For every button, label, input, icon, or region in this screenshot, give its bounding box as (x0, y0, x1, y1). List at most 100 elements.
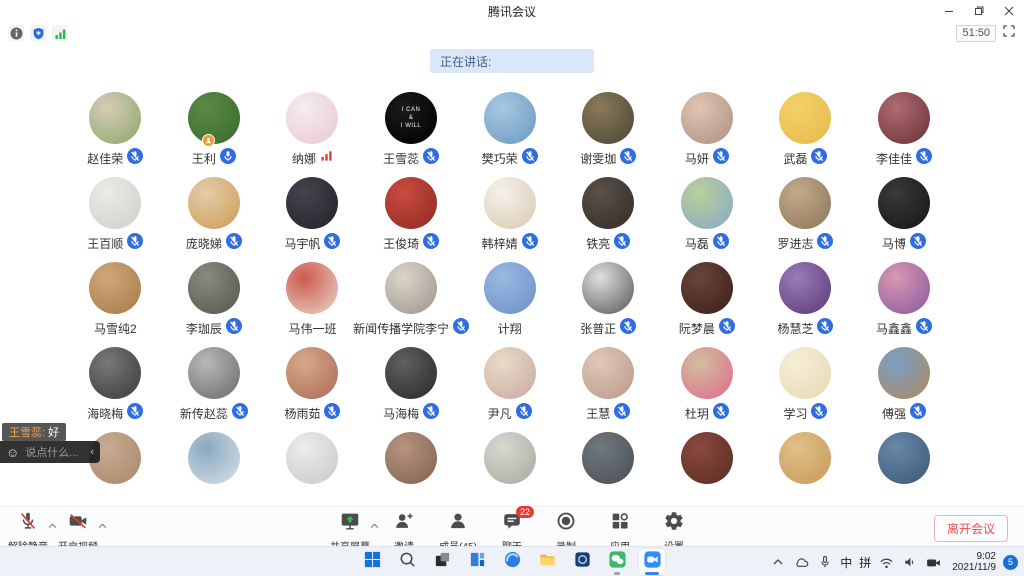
taskbar-task-view[interactable] (429, 549, 455, 575)
fullscreen-icon[interactable] (1002, 24, 1016, 43)
close-icon (1004, 6, 1014, 16)
participant-tile[interactable]: 马妍 (658, 88, 757, 173)
avatar (89, 177, 141, 229)
participant-tile[interactable]: 马宇帆 (263, 173, 362, 258)
participant-name: 马妍 (685, 150, 709, 167)
ime-pinyin-indicator[interactable]: 拼 (859, 554, 871, 571)
notification-badge[interactable]: 5 (1003, 555, 1018, 570)
wifi-icon[interactable] (878, 554, 895, 571)
security-shield-icon[interactable] (30, 25, 46, 41)
taskbar-search[interactable] (394, 549, 420, 575)
participant-tile[interactable]: 马雪纯2 (66, 258, 165, 343)
microphone-icon[interactable] (817, 554, 833, 570)
taskbar-widgets[interactable] (464, 549, 490, 575)
participant-name: 李佳佳 (876, 150, 912, 167)
participant-tile[interactable]: I CAN&I WILL王雪蕊 (362, 88, 461, 173)
chevron-up-icon[interactable] (98, 516, 107, 534)
participant-tile[interactable]: 王百顺 (66, 173, 165, 258)
participant-tile[interactable]: 傅强 (855, 343, 954, 428)
minimize-icon (944, 6, 954, 16)
participant-tile[interactable] (658, 428, 757, 513)
participant-tile[interactable]: 新闻传播学院李宁 (362, 258, 461, 343)
taskbar-edge[interactable] (499, 549, 525, 575)
chat-input-bar[interactable]: ☺ 说点什么... ‹ (0, 441, 100, 463)
participant-tile[interactable] (756, 428, 855, 513)
invite-icon (393, 510, 415, 537)
participant-tile[interactable]: 马鑫鑫 (855, 258, 954, 343)
participant-tile[interactable]: 韩梓婧 (460, 173, 559, 258)
mic-muted-icon (713, 233, 729, 254)
avatar (89, 262, 141, 314)
taskbar-meeting-rooms[interactable] (569, 549, 595, 575)
members-icon (447, 510, 469, 537)
participant-tile[interactable]: 马伟一班 (263, 258, 362, 343)
participant-tile[interactable]: 马博 (855, 173, 954, 258)
participant-tile[interactable]: 赵佳荣 (66, 88, 165, 173)
taskbar-file-explorer[interactable] (534, 549, 560, 575)
participant-tile[interactable]: 马磊 (658, 173, 757, 258)
chat-badge: 22 (516, 506, 534, 518)
participant-tile[interactable]: 新传赵蕊 (165, 343, 264, 428)
avatar (89, 92, 141, 144)
participant-tile[interactable]: 李珈辰 (165, 258, 264, 343)
cloud-icon[interactable] (793, 554, 810, 571)
participant-tile[interactable]: 尹凡 (460, 343, 559, 428)
participant-tile[interactable] (460, 428, 559, 513)
participant-name: 马博 (882, 235, 906, 252)
mic-muted-icon (127, 403, 143, 424)
participant-tile[interactable]: 王俊琦 (362, 173, 461, 258)
participant-tile[interactable] (362, 428, 461, 513)
participant-tile[interactable]: 杨慧芝 (756, 258, 855, 343)
participant-tile[interactable]: 张普正 (559, 258, 658, 343)
participant-tile[interactable]: 王慧 (559, 343, 658, 428)
participant-tile[interactable]: 罗进志 (756, 173, 855, 258)
avatar (286, 262, 338, 314)
participant-tile[interactable]: 杨雨茹 (263, 343, 362, 428)
participant-tile[interactable]: 庞晓娣 (165, 173, 264, 258)
network-signal-icon[interactable] (52, 25, 68, 41)
participant-tile[interactable]: 王利 (165, 88, 264, 173)
participant-tile[interactable]: 海晓梅 (66, 343, 165, 428)
participant-tile[interactable]: 铁亮 (559, 173, 658, 258)
emoji-icon[interactable]: ☺ (6, 446, 19, 459)
taskbar-time: 9:02 (952, 551, 996, 562)
participant-tile[interactable]: 李佳佳 (855, 88, 954, 173)
taskbar-tencent-meeting[interactable] (639, 549, 665, 575)
participant-tile[interactable] (559, 428, 658, 513)
participant-name: 马伟一班 (288, 320, 336, 337)
participant-tile[interactable] (263, 428, 362, 513)
participant-tile[interactable]: 纳娜 (263, 88, 362, 173)
participant-tile[interactable]: 计翔 (460, 258, 559, 343)
participant-tile[interactable]: 阮梦晨 (658, 258, 757, 343)
participant-tile[interactable]: 武磊 (756, 88, 855, 173)
participant-tile[interactable] (165, 428, 264, 513)
participant-name: 杜玥 (685, 405, 709, 422)
taskbar-start[interactable] (359, 549, 385, 575)
window-title: 腾讯会议 (488, 3, 536, 20)
participant-tile[interactable] (855, 428, 954, 513)
leave-meeting-button[interactable]: 离开会议 (934, 515, 1008, 542)
participant-tile[interactable]: 谢雯珈 (559, 88, 658, 173)
ime-chinese-indicator[interactable]: 中 (840, 554, 852, 571)
participant-name: 罗进志 (777, 235, 813, 252)
avatar (681, 177, 733, 229)
taskbar-wechat[interactable] (604, 549, 630, 575)
minimize-button[interactable] (934, 0, 964, 22)
participant-tile[interactable]: 学习 (756, 343, 855, 428)
avatar (878, 92, 930, 144)
speaker-icon[interactable] (902, 554, 918, 570)
chevron-up-icon[interactable] (770, 554, 786, 570)
participant-tile[interactable]: 杜玥 (658, 343, 757, 428)
close-button[interactable] (994, 0, 1024, 22)
taskbar-clock[interactable]: 9:02 2021/11/9 (952, 551, 996, 573)
chat-collapse-icon[interactable]: ‹ (90, 446, 94, 458)
chat-input-placeholder[interactable]: 说点什么... (25, 444, 90, 460)
meeting-info-icon[interactable] (8, 25, 24, 41)
camera-icon[interactable] (925, 554, 942, 571)
maximize-button[interactable] (964, 0, 994, 22)
avatar (188, 432, 240, 484)
participant-tile[interactable]: 樊巧荣 (460, 88, 559, 173)
chevron-up-icon[interactable] (370, 516, 379, 534)
mic-muted-icon (516, 403, 532, 424)
participant-tile[interactable]: 马海梅 (362, 343, 461, 428)
